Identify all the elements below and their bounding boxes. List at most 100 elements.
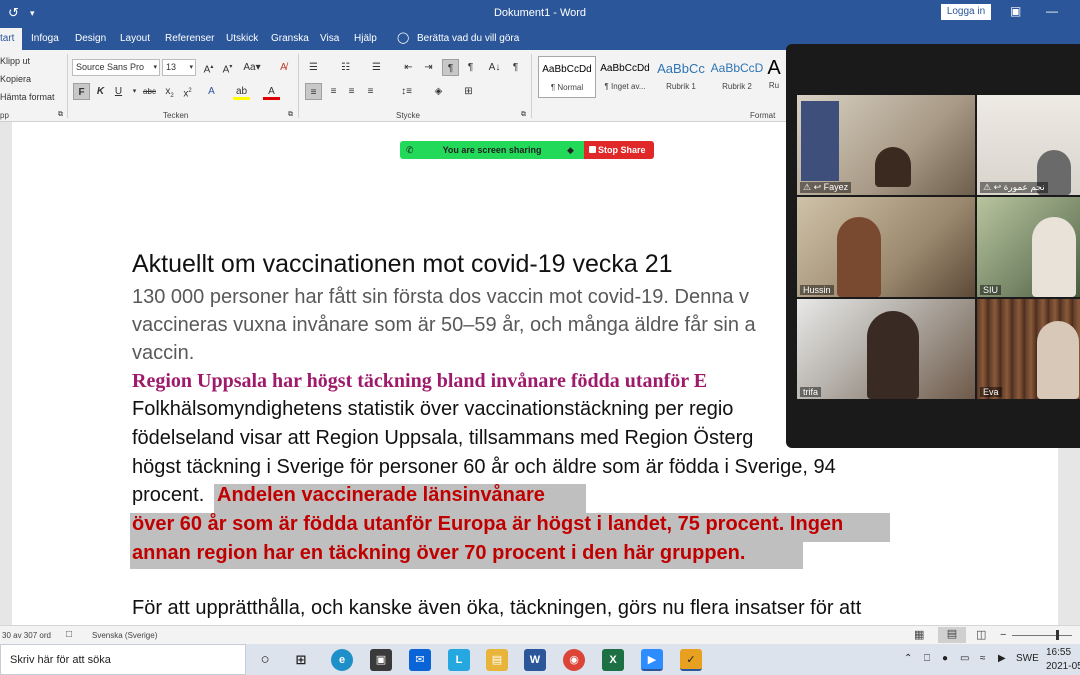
strikethrough-button[interactable]: abc [141,83,158,100]
chrome-icon[interactable]: ◉ [563,649,585,671]
tab-infoga[interactable]: Infoga [31,33,59,44]
style-preview: A [767,57,781,79]
rtl-direction-icon[interactable]: ¶ [462,59,479,76]
ribbon-display-options-icon[interactable]: ▣ [1010,4,1021,18]
font-name-combo[interactable]: Source Sans Pro ▾ [72,59,160,76]
tab-hjalp[interactable]: Hjälp [354,33,377,44]
clock-date[interactable]: 2021-05 [1046,661,1080,672]
paragraph-launcher-icon[interactable]: ⧉ [521,111,526,119]
font-launcher-icon[interactable]: ⧉ [288,111,293,119]
superscript-icon[interactable]: x2 [179,83,196,100]
taskbar-search-input[interactable]: Skriv här för att söka [0,644,246,675]
tab-visa[interactable]: Visa [320,33,339,44]
document-paragraph: För att upprätthålla, och kanske även ök… [132,597,862,619]
zoom-out-icon[interactable]: − [1000,629,1006,641]
bullets-icon[interactable]: ☰ [305,59,322,76]
person-silhouette [1032,217,1076,297]
excel-icon[interactable]: X [602,649,624,671]
cut-button[interactable]: Klipp ut [0,56,30,66]
cortana-icon[interactable]: ○ [254,649,276,671]
participant-video[interactable]: SIU [977,197,1080,297]
tab-start[interactable]: tart [0,28,22,50]
participant-video[interactable]: ⚠ ↩ نجم عمورة [977,95,1080,195]
numbering-icon[interactable]: ☷ [337,59,354,76]
decrease-indent-icon[interactable]: ⇤ [400,59,417,76]
shading-icon[interactable]: ◈ [430,83,447,100]
wifi-icon[interactable]: ≈ [980,653,986,664]
microphone-icon[interactable]: ● [942,653,948,664]
proofing-icon[interactable]: □ [66,629,72,640]
increase-indent-icon[interactable]: ⇥ [420,59,437,76]
stop-share-button[interactable]: Stop Share [584,141,654,159]
participant-video[interactable]: ⚠ ↩ Fayez [797,95,975,195]
show-hidden-icons[interactable]: ⌃ [904,653,912,664]
tab-layout[interactable]: Layout [120,33,150,44]
task-view-icon[interactable]: ⊞ [290,649,312,671]
text-effects-icon[interactable]: A [203,83,220,100]
battery-icon[interactable]: ▭ [960,653,969,664]
participant-video[interactable]: Hussin [797,197,975,297]
clock-time[interactable]: 16:55 [1046,647,1071,658]
device-icon[interactable]: ⎕ [924,653,930,664]
font-color-icon[interactable]: A [263,83,280,100]
mail-icon[interactable]: ✉ [409,649,431,671]
clipboard-launcher-icon[interactable]: ⧉ [58,111,63,119]
word-count[interactable]: 30 av 307 ord [2,631,51,640]
language-indicator[interactable]: Svenska (Sverige) [92,631,157,640]
style-title[interactable]: A Ru [762,56,786,98]
multilevel-list-icon[interactable]: ☰ [368,59,385,76]
font-size-combo[interactable]: 13 ▾ [162,59,196,76]
sharing-status[interactable]: ✆ You are screen sharing ◆ [400,141,584,159]
chevron-down-icon: ▾ [153,64,157,71]
underline-button[interactable]: U [110,83,127,100]
copy-button[interactable]: Kopiera [0,74,31,84]
bold-button[interactable]: F [73,83,90,100]
style-no-spacing[interactable]: AaBbCcDd ¶ Inget av... [596,56,654,98]
participant-video[interactable]: trifa [797,299,975,399]
style-heading-1[interactable]: AaBbCc Rubrik 1 [652,56,710,98]
store-icon[interactable]: ▣ [370,649,392,671]
participant-video[interactable]: Eva [977,299,1080,399]
word-icon[interactable]: W [524,649,546,671]
task-app-icon[interactable]: ✓ [680,649,702,671]
clear-formatting-icon[interactable]: A̸ [275,59,292,76]
align-center-icon[interactable]: ≡ [325,83,342,100]
shrink-font-icon[interactable]: A▾ [219,59,236,76]
ltr-direction-icon[interactable]: ¶ [442,59,459,76]
change-case-icon[interactable]: Aa▾ [241,59,263,76]
style-heading-2[interactable]: AaBbCcD Rubrik 2 [708,56,766,98]
grow-font-icon[interactable]: A▴ [200,59,217,76]
print-layout-icon[interactable]: ▤ [938,627,966,643]
style-normal[interactable]: AaBbCcDd ¶ Normal [538,56,596,98]
minimize-icon[interactable]: — [1046,4,1058,18]
highlight-color-icon[interactable]: ab [233,83,250,100]
format-painter-button[interactable]: Hämta format [0,92,55,102]
tab-design[interactable]: Design [75,33,106,44]
show-formatting-marks-icon[interactable]: ¶ [507,59,524,76]
input-language[interactable]: SWE [1016,653,1039,664]
borders-icon[interactable]: ⊞ [460,83,477,100]
read-mode-icon[interactable]: ▦ [914,628,924,641]
tab-referenser[interactable]: Referenser [165,33,214,44]
zoom-icon[interactable]: ▶ [641,649,663,671]
align-left-icon[interactable]: ≡ [305,83,322,100]
sort-icon[interactable]: A↓ [486,59,503,76]
web-layout-icon[interactable]: ◫ [976,628,986,641]
lync-icon[interactable]: L [448,649,470,671]
zoom-slider-track[interactable] [1012,635,1072,636]
justify-icon[interactable]: ≡ [362,83,379,100]
align-right-icon[interactable]: ≡ [343,83,360,100]
style-name: Ru [768,81,780,90]
subscript-icon[interactable]: x2 [161,83,178,100]
line-spacing-icon[interactable]: ↕≡ [398,83,415,100]
edge-icon[interactable]: e [331,649,353,671]
login-button[interactable]: Logga in [941,4,991,20]
tab-granska[interactable]: Granska [271,33,309,44]
tab-utskick[interactable]: Utskick [226,33,258,44]
zoom-slider-thumb[interactable] [1056,630,1059,640]
italic-button[interactable]: K [92,83,109,100]
style-name: Rubrik 2 [722,82,752,91]
file-explorer-icon[interactable]: ▤ [486,649,508,671]
volume-icon[interactable]: ▶ [998,653,1006,664]
tell-me-search[interactable]: Berätta vad du vill göra [417,33,519,44]
